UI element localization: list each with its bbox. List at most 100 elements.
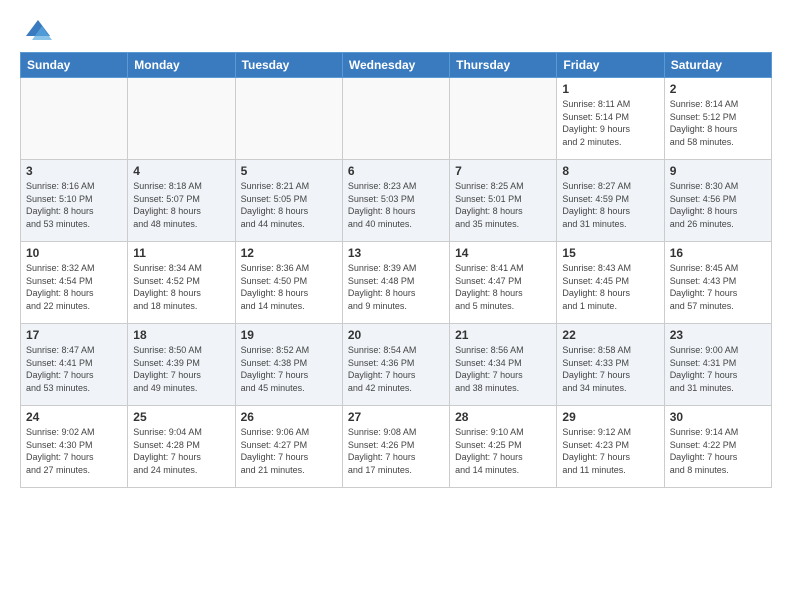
day-info: Sunrise: 8:27 AM Sunset: 4:59 PM Dayligh… xyxy=(562,180,658,230)
day-number: 23 xyxy=(670,328,766,342)
calendar-cell: 20 Sunrise: 8:54 AM Sunset: 4:36 PM Dayli… xyxy=(342,324,449,406)
day-info: Sunrise: 8:25 AM Sunset: 5:01 PM Dayligh… xyxy=(455,180,551,230)
day-number: 8 xyxy=(562,164,658,178)
day-info: Sunrise: 8:16 AM Sunset: 5:10 PM Dayligh… xyxy=(26,180,122,230)
weekday-header-row: SundayMondayTuesdayWednesdayThursdayFrid… xyxy=(21,53,772,78)
weekday-header: Thursday xyxy=(450,53,557,78)
calendar-cell: 23 Sunrise: 9:00 AM Sunset: 4:31 PM Dayli… xyxy=(664,324,771,406)
calendar-cell: 29 Sunrise: 9:12 AM Sunset: 4:23 PM Dayli… xyxy=(557,406,664,488)
day-info: Sunrise: 9:06 AM Sunset: 4:27 PM Dayligh… xyxy=(241,426,337,476)
day-number: 16 xyxy=(670,246,766,260)
day-info: Sunrise: 8:45 AM Sunset: 4:43 PM Dayligh… xyxy=(670,262,766,312)
calendar-cell: 15Sunrise: 8:43 AM Sunset: 4:45 PM Dayli… xyxy=(557,242,664,324)
calendar-cell: 9Sunrise: 8:30 AM Sunset: 4:56 PM Daylig… xyxy=(664,160,771,242)
day-info: Sunrise: 9:12 AM Sunset: 4:23 PM Dayligh… xyxy=(562,426,658,476)
day-info: Sunrise: 8:47 AM Sunset: 4:41 PM Dayligh… xyxy=(26,344,122,394)
day-info: Sunrise: 8:23 AM Sunset: 5:03 PM Dayligh… xyxy=(348,180,444,230)
day-info: Sunrise: 9:00 AM Sunset: 4:31 PM Dayligh… xyxy=(670,344,766,394)
day-number: 5 xyxy=(241,164,337,178)
day-number: 26 xyxy=(241,410,337,424)
day-number: 9 xyxy=(670,164,766,178)
day-number: 4 xyxy=(133,164,229,178)
day-info: Sunrise: 8:52 AM Sunset: 4:38 PM Dayligh… xyxy=(241,344,337,394)
calendar-cell: 2 Sunrise: 8:14 AM Sunset: 5:12 PM Daylig… xyxy=(664,78,771,160)
day-number: 22 xyxy=(562,328,658,342)
header xyxy=(20,16,772,44)
day-info: Sunrise: 9:10 AM Sunset: 4:25 PM Dayligh… xyxy=(455,426,551,476)
day-number: 11 xyxy=(133,246,229,260)
day-info: Sunrise: 8:41 AM Sunset: 4:47 PM Dayligh… xyxy=(455,262,551,312)
calendar-cell: 10Sunrise: 8:32 AM Sunset: 4:54 PM Dayli… xyxy=(21,242,128,324)
calendar-cell: 17 Sunrise: 8:47 AM Sunset: 4:41 PM Dayli… xyxy=(21,324,128,406)
calendar-cell: 8 Sunrise: 8:27 AM Sunset: 4:59 PM Daylig… xyxy=(557,160,664,242)
day-info: Sunrise: 8:34 AM Sunset: 4:52 PM Dayligh… xyxy=(133,262,229,312)
calendar-week-row: 24 Sunrise: 9:02 AM Sunset: 4:30 PM Dayli… xyxy=(21,406,772,488)
day-number: 27 xyxy=(348,410,444,424)
calendar-cell: 28Sunrise: 9:10 AM Sunset: 4:25 PM Dayli… xyxy=(450,406,557,488)
day-number: 30 xyxy=(670,410,766,424)
calendar-cell: 24 Sunrise: 9:02 AM Sunset: 4:30 PM Dayli… xyxy=(21,406,128,488)
day-number: 17 xyxy=(26,328,122,342)
day-info: Sunrise: 8:43 AM Sunset: 4:45 PM Dayligh… xyxy=(562,262,658,312)
day-info: Sunrise: 9:04 AM Sunset: 4:28 PM Dayligh… xyxy=(133,426,229,476)
day-info: Sunrise: 8:58 AM Sunset: 4:33 PM Dayligh… xyxy=(562,344,658,394)
calendar-cell: 1 Sunrise: 8:11 AM Sunset: 5:14 PM Daylig… xyxy=(557,78,664,160)
day-info: Sunrise: 8:54 AM Sunset: 4:36 PM Dayligh… xyxy=(348,344,444,394)
weekday-header: Tuesday xyxy=(235,53,342,78)
calendar-cell: 26 Sunrise: 9:06 AM Sunset: 4:27 PM Dayli… xyxy=(235,406,342,488)
day-info: Sunrise: 9:08 AM Sunset: 4:26 PM Dayligh… xyxy=(348,426,444,476)
calendar-week-row: 10Sunrise: 8:32 AM Sunset: 4:54 PM Dayli… xyxy=(21,242,772,324)
calendar-cell xyxy=(128,78,235,160)
calendar-cell xyxy=(21,78,128,160)
day-info: Sunrise: 8:56 AM Sunset: 4:34 PM Dayligh… xyxy=(455,344,551,394)
calendar-cell: 12 Sunrise: 8:36 AM Sunset: 4:50 PM Dayli… xyxy=(235,242,342,324)
day-number: 12 xyxy=(241,246,337,260)
weekday-header: Wednesday xyxy=(342,53,449,78)
day-info: Sunrise: 9:14 AM Sunset: 4:22 PM Dayligh… xyxy=(670,426,766,476)
day-number: 10 xyxy=(26,246,122,260)
calendar-week-row: 1 Sunrise: 8:11 AM Sunset: 5:14 PM Daylig… xyxy=(21,78,772,160)
calendar-cell xyxy=(342,78,449,160)
calendar-week-row: 17 Sunrise: 8:47 AM Sunset: 4:41 PM Dayli… xyxy=(21,324,772,406)
weekday-header: Monday xyxy=(128,53,235,78)
calendar-cell: 3 Sunrise: 8:16 AM Sunset: 5:10 PM Daylig… xyxy=(21,160,128,242)
day-number: 7 xyxy=(455,164,551,178)
calendar-cell: 7 Sunrise: 8:25 AM Sunset: 5:01 PM Daylig… xyxy=(450,160,557,242)
day-number: 6 xyxy=(348,164,444,178)
calendar-cell: 21 Sunrise: 8:56 AM Sunset: 4:34 PM Dayli… xyxy=(450,324,557,406)
day-number: 24 xyxy=(26,410,122,424)
day-number: 1 xyxy=(562,82,658,96)
calendar-cell xyxy=(450,78,557,160)
day-info: Sunrise: 8:14 AM Sunset: 5:12 PM Dayligh… xyxy=(670,98,766,148)
day-number: 20 xyxy=(348,328,444,342)
calendar-table: SundayMondayTuesdayWednesdayThursdayFrid… xyxy=(20,52,772,488)
calendar-cell: 14 Sunrise: 8:41 AM Sunset: 4:47 PM Dayli… xyxy=(450,242,557,324)
calendar-cell: 19 Sunrise: 8:52 AM Sunset: 4:38 PM Dayli… xyxy=(235,324,342,406)
day-number: 29 xyxy=(562,410,658,424)
calendar-cell: 16 Sunrise: 8:45 AM Sunset: 4:43 PM Dayli… xyxy=(664,242,771,324)
calendar-cell: 6 Sunrise: 8:23 AM Sunset: 5:03 PM Daylig… xyxy=(342,160,449,242)
day-number: 21 xyxy=(455,328,551,342)
day-info: Sunrise: 8:39 AM Sunset: 4:48 PM Dayligh… xyxy=(348,262,444,312)
day-number: 19 xyxy=(241,328,337,342)
day-number: 14 xyxy=(455,246,551,260)
weekday-header: Friday xyxy=(557,53,664,78)
calendar-cell: 4 Sunrise: 8:18 AM Sunset: 5:07 PM Daylig… xyxy=(128,160,235,242)
day-info: Sunrise: 8:11 AM Sunset: 5:14 PM Dayligh… xyxy=(562,98,658,148)
calendar-cell: 5Sunrise: 8:21 AM Sunset: 5:05 PM Daylig… xyxy=(235,160,342,242)
calendar-cell: 27 Sunrise: 9:08 AM Sunset: 4:26 PM Dayli… xyxy=(342,406,449,488)
calendar-cell: 25Sunrise: 9:04 AM Sunset: 4:28 PM Dayli… xyxy=(128,406,235,488)
calendar-cell: 13 Sunrise: 8:39 AM Sunset: 4:48 PM Dayli… xyxy=(342,242,449,324)
day-info: Sunrise: 8:18 AM Sunset: 5:07 PM Dayligh… xyxy=(133,180,229,230)
day-info: Sunrise: 8:36 AM Sunset: 4:50 PM Dayligh… xyxy=(241,262,337,312)
day-number: 2 xyxy=(670,82,766,96)
calendar-cell: 18Sunrise: 8:50 AM Sunset: 4:39 PM Dayli… xyxy=(128,324,235,406)
calendar-cell: 22 Sunrise: 8:58 AM Sunset: 4:33 PM Dayli… xyxy=(557,324,664,406)
day-number: 13 xyxy=(348,246,444,260)
day-info: Sunrise: 8:50 AM Sunset: 4:39 PM Dayligh… xyxy=(133,344,229,394)
day-info: Sunrise: 9:02 AM Sunset: 4:30 PM Dayligh… xyxy=(26,426,122,476)
calendar-week-row: 3 Sunrise: 8:16 AM Sunset: 5:10 PM Daylig… xyxy=(21,160,772,242)
weekday-header: Saturday xyxy=(664,53,771,78)
calendar-cell xyxy=(235,78,342,160)
day-number: 3 xyxy=(26,164,122,178)
